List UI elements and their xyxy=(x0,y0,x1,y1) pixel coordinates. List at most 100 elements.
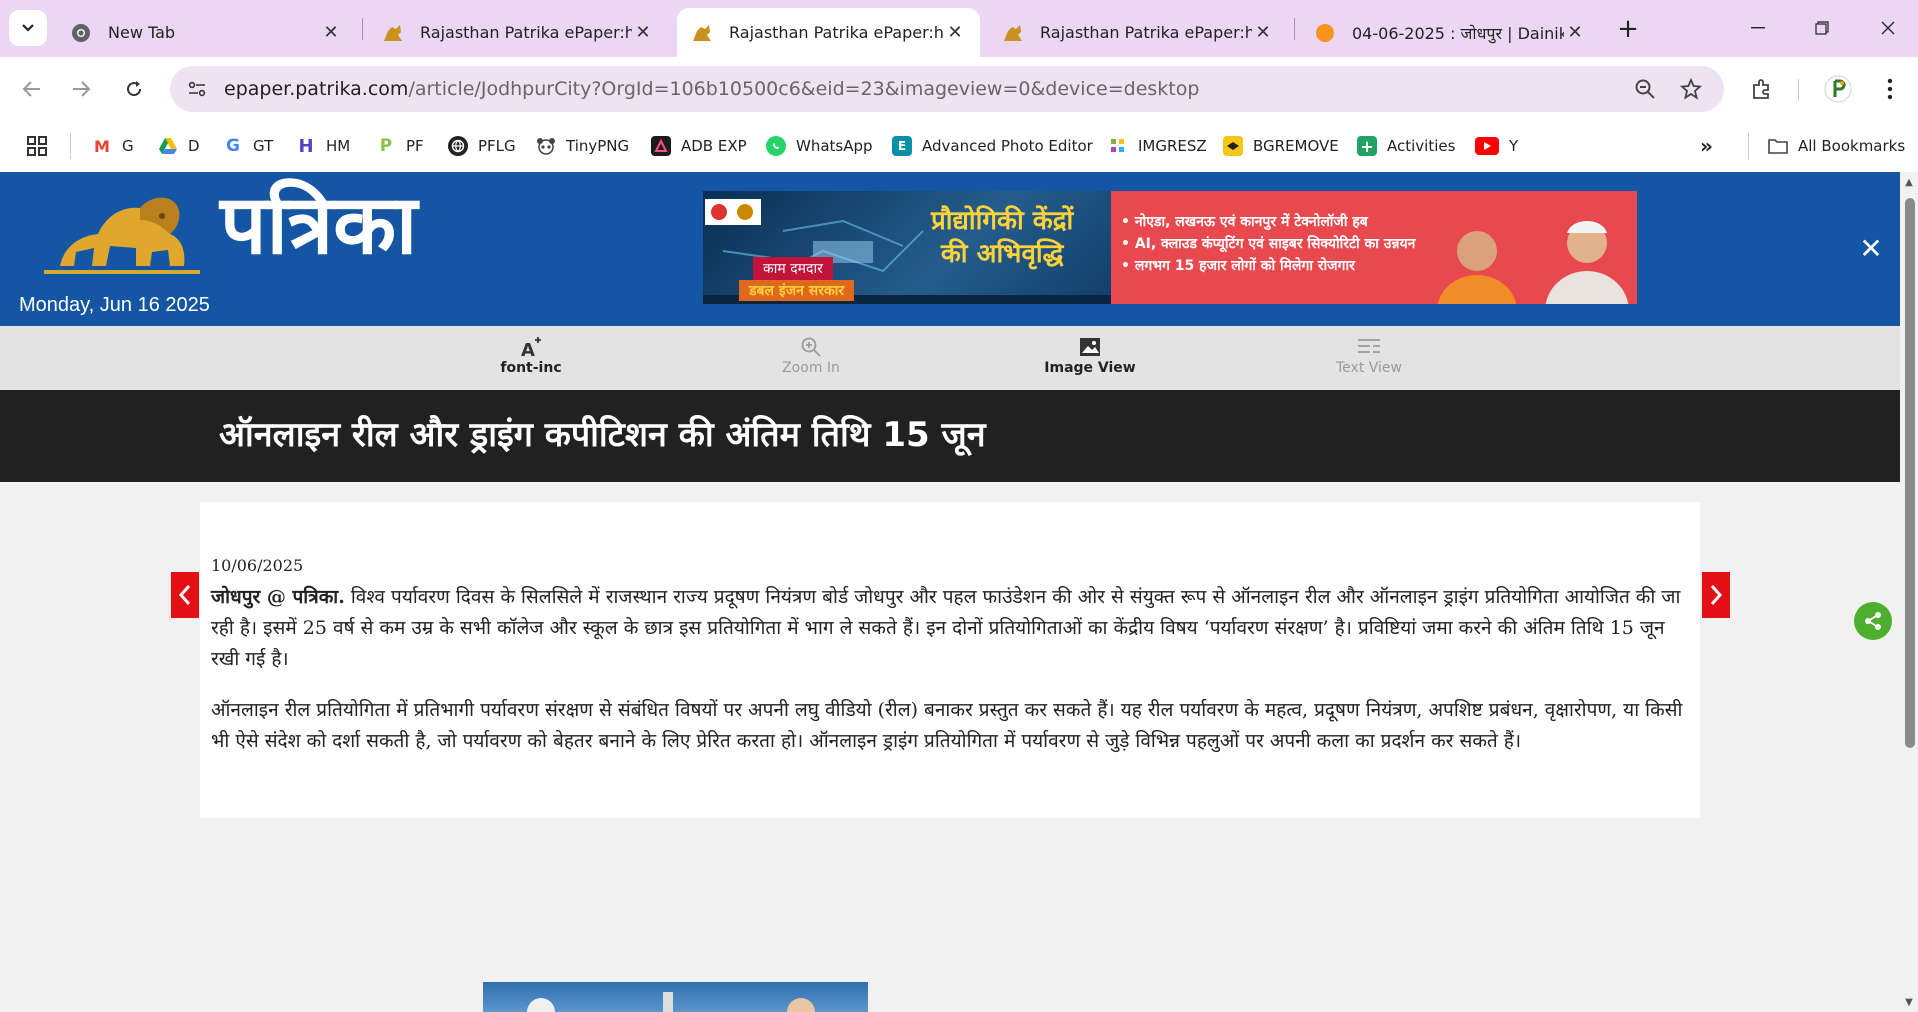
tab-title: Rajasthan Patrika ePaper:hindi xyxy=(420,23,632,42)
tab-dainik-bhaskar[interactable]: 04-06-2025 : जोधपुर | Dainik Bh ✕ xyxy=(1300,8,1600,57)
globe-icon xyxy=(448,136,468,156)
reload-icon xyxy=(127,81,142,97)
bookmark-hm[interactable]: H HM xyxy=(296,133,350,159)
bookmark-adobe-express[interactable]: ADB EXP xyxy=(651,133,747,159)
ad-tag-primary: काम दमदार xyxy=(753,257,833,280)
bookmark-drive[interactable]: D xyxy=(158,133,200,159)
more-bookmarks-button[interactable]: » xyxy=(1700,133,1713,159)
tab-search-button[interactable] xyxy=(9,10,47,46)
bookmark-activities[interactable]: + Activities xyxy=(1357,133,1455,159)
bookmark-whatsapp[interactable]: WhatsApp xyxy=(766,133,873,159)
tab-patrika-active[interactable]: Rajasthan Patrika ePaper:hindi ✕ xyxy=(677,8,980,57)
bookmark-pflg[interactable]: PFLG xyxy=(448,133,516,159)
avatar xyxy=(1824,75,1852,103)
article-date: 10/06/2025 xyxy=(211,556,304,575)
tab-title: Rajasthan Patrika ePaper:hindi xyxy=(729,23,944,42)
bottom-ad-image[interactable] xyxy=(483,982,868,1012)
close-tab-icon[interactable]: ✕ xyxy=(1252,22,1274,44)
page-scrollbar[interactable]: ▲ ▼ xyxy=(1900,172,1918,1012)
close-tab-icon[interactable]: ✕ xyxy=(1564,22,1586,44)
activities-icon: + xyxy=(1357,136,1377,156)
photo-editor-icon: E xyxy=(892,136,912,156)
arrow-left-icon xyxy=(22,81,40,97)
puzzle-icon xyxy=(1753,79,1769,99)
bookmark-gt[interactable]: G GT xyxy=(223,133,273,159)
chrome-icon xyxy=(70,22,92,44)
close-ad-button[interactable]: ✕ xyxy=(1857,232,1885,265)
google-drive-icon xyxy=(158,136,178,156)
patrika-lion-icon xyxy=(1002,22,1024,44)
ad-tag-secondary: डबल इंजन सरकार xyxy=(739,280,855,301)
tab-title: 04-06-2025 : जोधपुर | Dainik Bh xyxy=(1352,23,1564,43)
zoom-in-button[interactable]: Zoom In xyxy=(731,334,891,382)
tab-patrika-3[interactable]: Rajasthan Patrika ePaper:hindi ✕ xyxy=(988,8,1288,57)
url-text: epaper.patrika.com/article/JodhpurCity?O… xyxy=(224,78,1199,100)
scrollbar-thumb[interactable] xyxy=(1905,198,1915,748)
close-tab-icon[interactable]: ✕ xyxy=(944,22,966,44)
extensions-button[interactable] xyxy=(1746,73,1778,105)
star-bookmark-icon[interactable] xyxy=(1678,76,1704,102)
next-article-button[interactable] xyxy=(1702,572,1730,618)
share-button[interactable] xyxy=(1854,602,1892,640)
tinypng-panda-icon xyxy=(536,136,556,156)
bookmark-bgremove[interactable]: BGREMOVE xyxy=(1223,133,1339,159)
scroll-up-arrow[interactable]: ▲ xyxy=(1903,176,1915,188)
tab-patrika-1[interactable]: Rajasthan Patrika ePaper:hindi ✕ xyxy=(368,8,668,57)
tab-separator xyxy=(362,18,363,40)
forward-button[interactable] xyxy=(61,69,101,109)
new-tab-button[interactable]: + xyxy=(1612,14,1644,44)
previous-article-button[interactable] xyxy=(171,572,199,618)
scroll-down-arrow[interactable]: ▼ xyxy=(1903,996,1915,1008)
tab-separator xyxy=(1294,18,1295,40)
all-bookmarks-button[interactable]: All Bookmarks xyxy=(1768,133,1905,159)
bookmark-imgresz[interactable]: IMGRESZ xyxy=(1108,133,1207,159)
chevron-right-icon xyxy=(1710,585,1723,605)
minimize-button[interactable] xyxy=(1738,10,1778,46)
ad-bullet-list: • नोएडा, लखनऊ एवं कानपुर में टेक्नोलॉजी … xyxy=(1121,214,1416,274)
youtube-icon xyxy=(1475,137,1499,155)
text-view-icon xyxy=(1289,334,1449,360)
site-info-icon[interactable] xyxy=(182,74,212,104)
text-view-button[interactable]: Text View xyxy=(1289,334,1449,382)
close-window-button[interactable] xyxy=(1868,10,1908,46)
browser-menu-button[interactable] xyxy=(1874,73,1906,105)
bookmark-tinypng[interactable]: TinyPNG xyxy=(536,133,629,159)
bookmark-pf[interactable]: P PF xyxy=(376,133,424,159)
reload-button[interactable] xyxy=(114,69,154,109)
close-icon xyxy=(1881,21,1895,35)
zoom-icon[interactable] xyxy=(1632,76,1658,102)
article-paragraph: ऑनलाइन रील प्रतियोगिता में प्रतिभागी पर्… xyxy=(211,699,1683,752)
advertisement-banner[interactable]: प्रौद्योगिकी केंद्रों की अभिवृद्धि काम द… xyxy=(703,191,1637,304)
minimize-icon xyxy=(1751,27,1765,29)
bookmark-photo-editor[interactable]: E Advanced Photo Editor xyxy=(892,133,1093,159)
svg-text:A: A xyxy=(521,340,535,358)
image-view-button[interactable]: Image View xyxy=(1010,334,1170,382)
folder-icon xyxy=(1768,136,1788,156)
back-button[interactable] xyxy=(12,69,52,109)
double-chevron-right-icon: » xyxy=(1700,134,1713,158)
profile-avatar[interactable] xyxy=(1822,73,1854,105)
bookmark-gmail[interactable]: MG xyxy=(92,133,134,159)
restore-button[interactable] xyxy=(1802,10,1842,46)
font-increase-button[interactable]: A font-inc xyxy=(451,334,611,382)
close-tab-icon[interactable]: ✕ xyxy=(320,22,342,44)
article-paragraph: जोधपुर @ पत्रिका. विश्व पर्यावरण दिवस के… xyxy=(211,586,1681,670)
patrika-lion-icon xyxy=(691,22,713,44)
article-dateline: जोधपुर @ पत्रिका. xyxy=(211,586,345,608)
apps-button[interactable] xyxy=(26,133,48,159)
tab-new-tab[interactable]: New Tab ✕ xyxy=(56,8,356,57)
site-header: पत्रिका Monday, Jun 16 2025 प्रौद्योगिकी… xyxy=(0,172,1900,326)
image-icon xyxy=(1010,334,1170,360)
kebab-menu-icon xyxy=(1887,78,1893,100)
address-bar[interactable]: epaper.patrika.com/article/JodhpurCity?O… xyxy=(170,66,1724,112)
article-card: 10/06/2025 जोधपुर @ पत्रिका. विश्व पर्या… xyxy=(200,502,1700,818)
bgremove-icon xyxy=(1223,136,1243,156)
google-icon: G xyxy=(223,136,243,156)
headline-band: ऑनलाइन रील और ड्राइंग कपीटिशन की अंतिम त… xyxy=(0,390,1900,482)
close-tab-icon[interactable]: ✕ xyxy=(632,22,654,44)
site-logo-text[interactable]: पत्रिका xyxy=(220,184,417,266)
bookmark-youtube[interactable]: Y xyxy=(1475,133,1518,159)
patrika-lion-logo[interactable] xyxy=(40,186,205,278)
ad-headline: प्रौद्योगिकी केंद्रों की अभिवृद्धि xyxy=(931,206,1074,269)
adobe-express-icon xyxy=(651,136,671,156)
